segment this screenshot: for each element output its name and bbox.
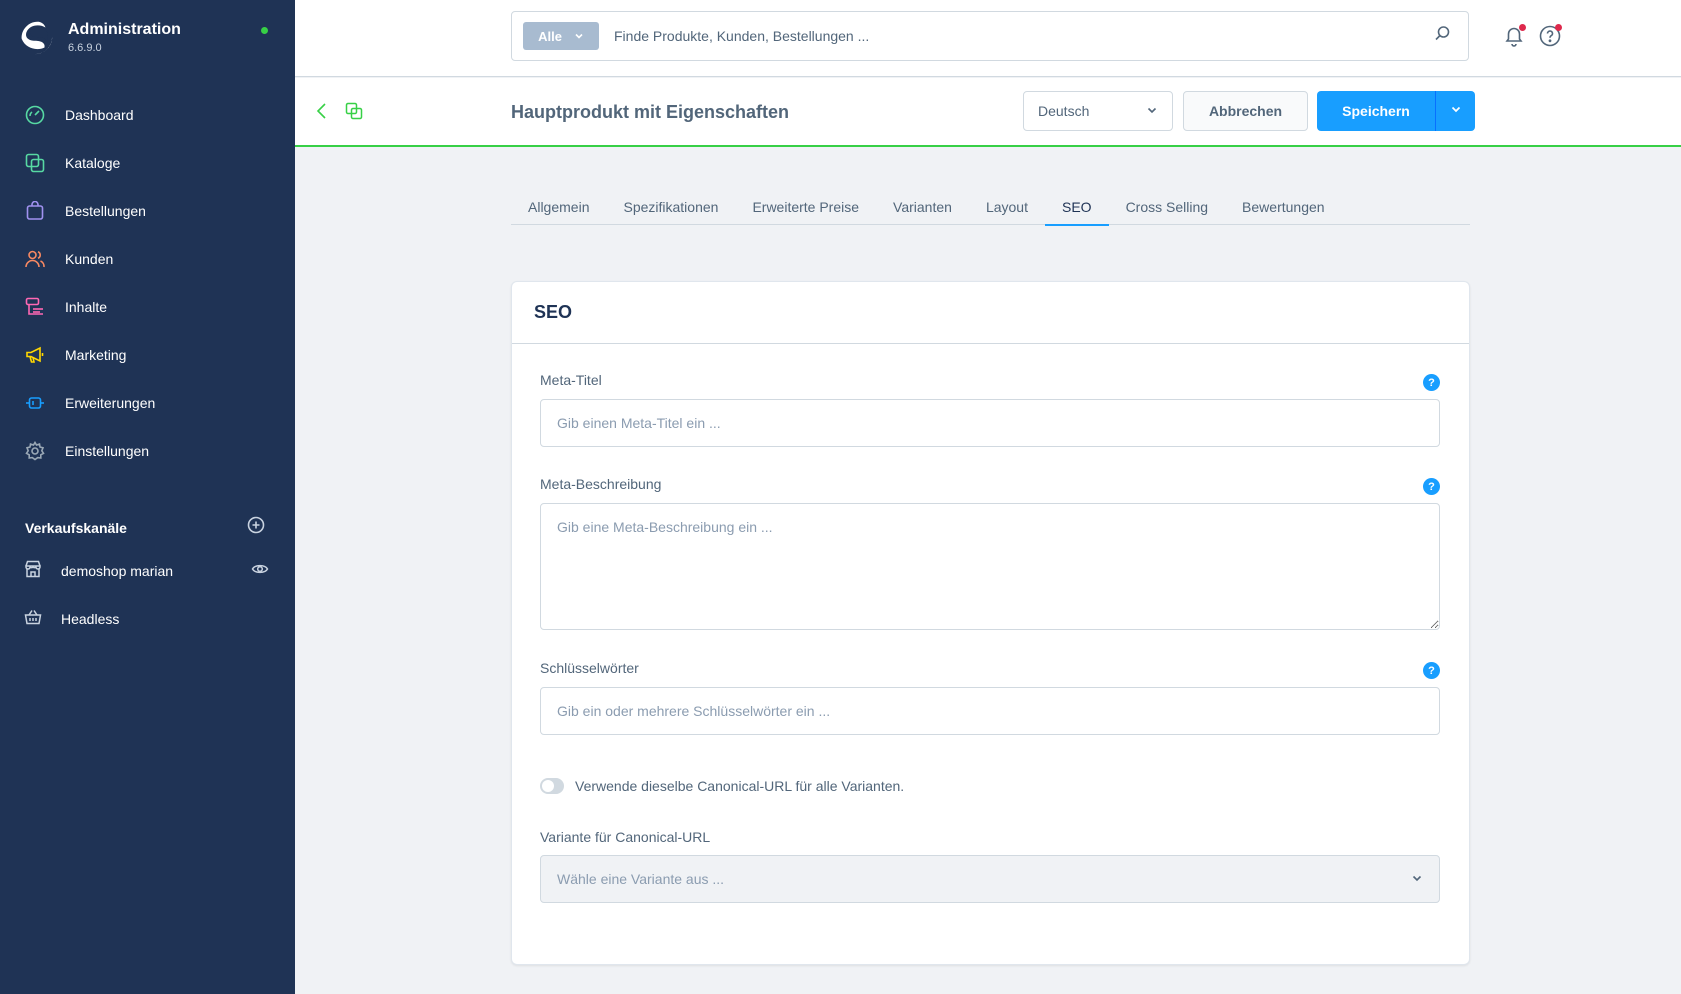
sales-channel-label: Headless (61, 611, 120, 627)
help-icon[interactable]: ? (1423, 662, 1440, 679)
sidebar-item-label: Kataloge (65, 155, 121, 171)
help-badge (1555, 24, 1562, 31)
search-type-select[interactable]: Alle (523, 22, 599, 50)
sidebar-item-label: Kunden (65, 251, 114, 267)
brand[interactable]: Administration 6.6.9.0 (16, 18, 181, 56)
canonical-toggle-row: Verwende dieselbe Canonical-URL für alle… (540, 778, 904, 794)
card-header: SEO (512, 282, 1469, 344)
sidebar-item-dashboard[interactable]: Dashboard (0, 91, 295, 139)
tab-layout[interactable]: Layout (969, 190, 1045, 225)
canonical-variant-label: Variante für Canonical-URL (540, 829, 711, 845)
product-tabs: Allgemein Spezifikationen Erweiterte Pre… (511, 190, 1470, 226)
sidebar-item-settings[interactable]: Einstellungen (0, 427, 295, 475)
sales-channel-item[interactable]: Headless (24, 605, 269, 633)
keywords-label: Schlüsselwörter (540, 660, 639, 676)
canonical-url-toggle[interactable] (540, 778, 564, 794)
sales-channel-label: demoshop marian (61, 563, 174, 579)
sidebar-item-extensions[interactable]: Erweiterungen (0, 379, 295, 427)
seo-card: SEO Meta-Titel ? Meta-Beschreibung ? Sch… (511, 281, 1470, 965)
page-title: Hauptprodukt mit Eigenschaften (511, 102, 790, 122)
help-button[interactable] (1538, 24, 1562, 48)
search-input[interactable] (614, 28, 1422, 44)
search-icon (1434, 25, 1451, 47)
language-label: Deutsch (1038, 103, 1090, 119)
meta-description-textarea[interactable] (540, 503, 1440, 630)
chevron-down-icon (1450, 102, 1462, 120)
help-icon[interactable]: ? (1423, 478, 1440, 495)
search-type-label: Alle (538, 28, 562, 44)
search-button[interactable] (1422, 16, 1462, 56)
app-title: Administration (68, 21, 181, 38)
app-version: 6.6.9.0 (68, 42, 102, 54)
back-arrow-icon[interactable] (315, 102, 329, 125)
sidebar-item-label: Einstellungen (65, 443, 150, 459)
sales-channel-item[interactable]: demoshop marian (24, 557, 269, 585)
catalog-icon (24, 152, 46, 174)
card-title: SEO (534, 302, 573, 322)
sales-channels-title: Verkaufskanäle (25, 519, 127, 536)
main-nav: Dashboard Kataloge Bestellungen Kunden I… (0, 91, 295, 475)
canonical-toggle-label: Verwende dieselbe Canonical-URL für alle… (575, 778, 905, 794)
bell-icon (1502, 27, 1526, 52)
sidebar-item-marketing[interactable]: Marketing (0, 331, 295, 379)
help-icon[interactable]: ? (1423, 374, 1440, 391)
marketing-icon (24, 344, 46, 366)
storefront-icon (24, 560, 42, 583)
extensions-icon (24, 392, 46, 414)
notification-badge (1519, 24, 1526, 31)
tab-cross-selling[interactable]: Cross Selling (1109, 190, 1225, 225)
basket-icon (24, 608, 42, 631)
keywords-input[interactable] (540, 687, 1440, 735)
meta-title-label: Meta-Titel (540, 372, 602, 388)
top-bar: Alle (295, 0, 1681, 77)
chevron-down-icon (1411, 871, 1423, 887)
sidebar-item-label: Dashboard (65, 107, 134, 123)
shopware-logo-icon (17, 19, 53, 55)
tab-general[interactable]: Allgemein (511, 190, 606, 225)
dashboard-icon (24, 104, 46, 126)
content-icon (24, 296, 46, 318)
sidebar-item-customers[interactable]: Kunden (0, 235, 295, 283)
tab-reviews[interactable]: Bewertungen (1225, 190, 1342, 225)
status-indicator (261, 27, 268, 34)
chevron-down-icon (1146, 103, 1158, 119)
tab-variants[interactable]: Varianten (876, 190, 969, 225)
tab-specifications[interactable]: Spezifikationen (606, 190, 735, 225)
customers-icon (24, 248, 46, 270)
duplicate-icon[interactable] (345, 102, 363, 125)
sidebar-item-label: Inhalte (65, 299, 108, 315)
global-search: Alle (511, 11, 1469, 61)
tab-seo[interactable]: SEO (1044, 190, 1109, 226)
canonical-variant-select[interactable]: Wähle eine Variante aus ... (540, 855, 1440, 903)
canonical-variant-placeholder: Wähle eine Variante aus ... (557, 871, 725, 887)
sidebar-item-label: Bestellungen (65, 203, 146, 219)
sidebar-item-label: Erweiterungen (65, 395, 156, 411)
sidebar-item-catalog[interactable]: Kataloge (0, 139, 295, 187)
help-circle-icon (1538, 25, 1562, 52)
smart-bar: Hauptprodukt mit Eigenschaften Deutsch A… (295, 78, 1681, 147)
chevron-down-icon (574, 29, 584, 44)
notifications-button[interactable] (1502, 24, 1526, 48)
sidebar: Administration 6.6.9.0 Dashboard Katalog… (0, 0, 295, 994)
sales-channels-header: Verkaufskanäle (25, 516, 265, 539)
eye-icon[interactable] (251, 560, 269, 583)
language-switch[interactable]: Deutsch (1023, 91, 1173, 131)
save-button[interactable]: Speichern (1317, 91, 1435, 131)
cancel-button[interactable]: Abbrechen (1183, 91, 1308, 131)
meta-title-input[interactable] (540, 399, 1440, 447)
sidebar-item-orders[interactable]: Bestellungen (0, 187, 295, 235)
settings-icon (24, 440, 46, 462)
tab-advanced-prices[interactable]: Erweiterte Preise (735, 190, 876, 225)
sidebar-item-content[interactable]: Inhalte (0, 283, 295, 331)
save-options-button[interactable] (1435, 91, 1475, 131)
sidebar-item-label: Marketing (65, 347, 127, 363)
orders-icon (24, 200, 46, 222)
meta-description-label: Meta-Beschreibung (540, 476, 662, 492)
add-sales-channel-icon[interactable] (247, 516, 265, 539)
